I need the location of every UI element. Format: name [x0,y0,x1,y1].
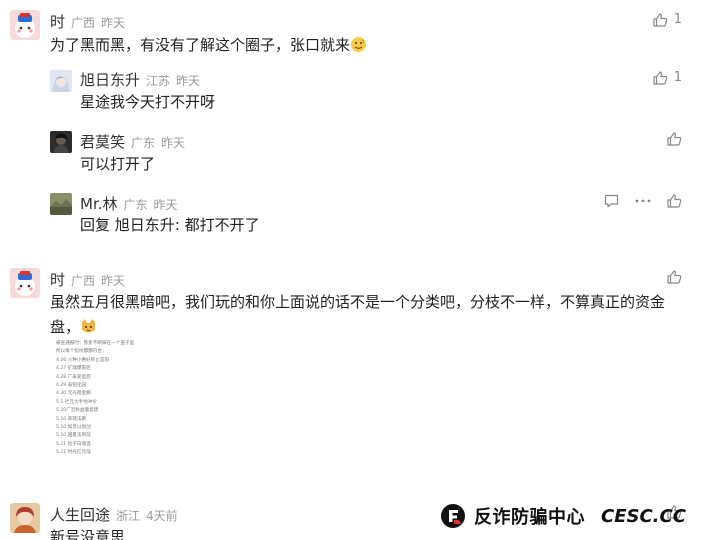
reply-prefix: 回复 [80,216,111,234]
image-text-line: 5.10广恐秋益着套建 [56,408,99,414]
image-text-line: 4.27 矿魂爆雷后 [56,366,91,372]
image-text-line: 4.30 元光跑金鹏 [56,391,91,397]
like-button[interactable] [667,194,682,208]
like-button[interactable]: 1 [653,70,682,85]
comment-text: 回复 旭日东升: 都打不开了 [80,216,260,234]
shield-logo-icon [440,503,466,529]
thumbs-up-icon [667,270,682,284]
avatar[interactable] [50,193,72,215]
image-text-line: 5.11 恒子白魂温 [56,441,91,447]
landscape-avatar-icon [50,193,72,215]
user-location: 浙江 [116,509,141,523]
comment-time: 4天前 [146,509,178,523]
user-location: 广西 [71,16,96,30]
user-location: 广东 [131,136,156,150]
watermark: 反诈防骗中心 CESC.CC [440,503,686,529]
user-location: 广东 [123,198,148,212]
image-text-line: 5.1 社元大手地冲价 [56,399,97,405]
dark-portrait-avatar-icon [50,131,72,153]
comment-time: 昨天 [101,274,126,288]
image-text-line: 所以每个指纹都都符合： [56,349,107,355]
avatar[interactable] [50,131,72,153]
comment-text: 虽然五月很黑暗吧，我们玩的和你上面说的话不是一个分类吧，分枝不一样，不算真正的资… [50,293,666,336]
like-button[interactable] [667,270,682,284]
avatar[interactable] [50,70,72,92]
watermark-chinese: 反诈防骗中心 [474,507,585,528]
thumbs-up-icon [667,132,682,146]
image-text-line: 4.26 火种小惠好师止是阳 [56,357,110,363]
reply-bubble-icon[interactable] [604,194,619,208]
anime-avatar-icon [50,70,72,92]
like-button[interactable]: 1 [653,12,682,27]
user-name[interactable]: Mr.林 [80,193,118,214]
user-name[interactable]: 时 [50,11,65,32]
user-name[interactable]: 人生回途 [50,504,110,525]
more-options-icon[interactable] [635,199,651,203]
image-text-line: 被查通报时：熊星不断踩在一个盘子里 [56,341,135,346]
comment-text: 为了黑而黑，有没有了解这个圈子，张口就来 [50,33,367,58]
user-location: 江苏 [146,74,171,88]
image-text-line: 5.10 如晋以划创 [56,425,91,431]
thumbs-up-icon [667,194,682,208]
user-location: 广西 [71,274,96,288]
avatar[interactable] [10,268,40,298]
cat-face-emoji-icon [80,318,97,335]
sweat-emoji-icon [350,36,367,53]
comment-time: 昨天 [176,74,201,88]
thumbs-up-icon [653,70,668,85]
thumbs-up-icon [653,12,668,27]
image-text-line: 5.11 时光忆元强 [56,450,91,456]
cartoon-avatar-icon [10,10,40,40]
person-avatar-icon [10,503,40,533]
image-text-line: 5.10 率辖法鹏 [56,416,87,422]
avatar[interactable] [10,10,40,40]
like-count: 1 [673,70,682,85]
attached-image[interactable]: 被查通报时：熊星不断踩在一个盘子里 所以每个指纹都都符合： 4.26 火种小惠好… [56,340,138,474]
user-name[interactable]: 旭日东升 [80,69,140,90]
comment-text: 新号没意思 [50,528,126,540]
cartoon-avatar-icon [10,268,40,298]
comment-time: 昨天 [153,198,178,212]
user-name[interactable]: 时 [50,269,65,290]
comment-time: 昨天 [161,136,186,150]
watermark-english: CESC.CC [601,505,686,527]
like-count: 1 [673,12,682,27]
comment-time: 昨天 [101,16,126,30]
user-name[interactable]: 君莫笑 [80,131,125,152]
image-text-line: 4.29 泰铂化园 [56,383,87,389]
like-button[interactable] [667,132,682,146]
avatar[interactable] [10,503,40,533]
image-text-line: 5.10 国夏法到前 [56,433,91,439]
reply-target-name[interactable]: 旭日东升 [115,216,175,234]
image-text-line: 4.28 广泰爱蛋后 [56,374,91,380]
comment-text: 星途我今天打不开呀 [80,93,216,111]
comment-text: 可以打开了 [80,155,156,173]
